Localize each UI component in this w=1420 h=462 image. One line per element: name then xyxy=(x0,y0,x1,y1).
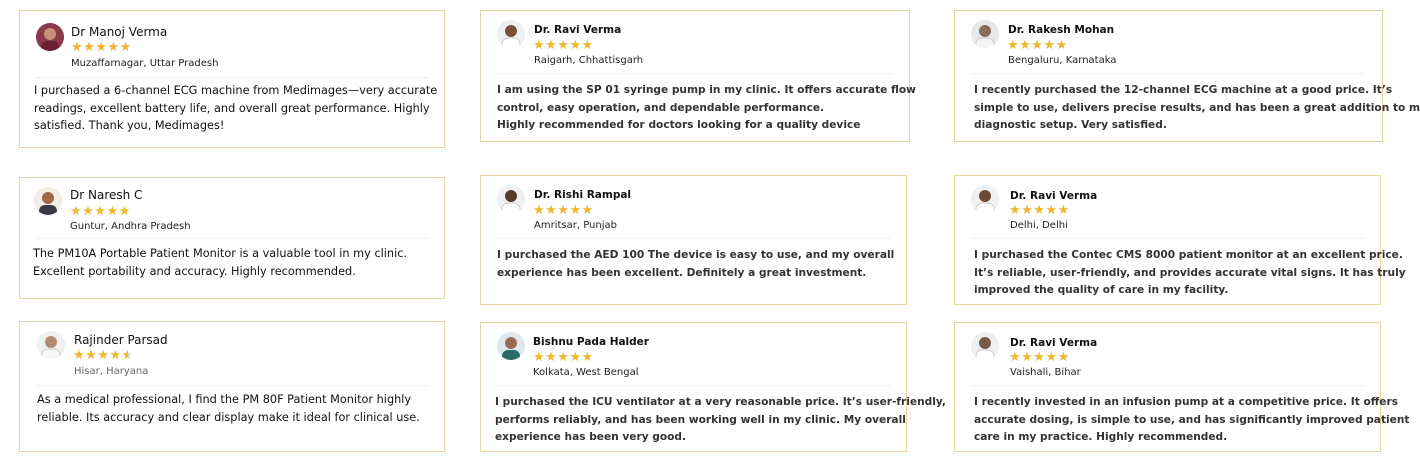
divider xyxy=(971,385,1364,386)
review-line: I purchased the ICU ventilator at a very… xyxy=(495,396,946,408)
review-line: I recently invested in an infusion pump … xyxy=(974,396,1399,408)
reviewer-name: Dr. Rishi Rampal xyxy=(534,189,632,201)
review-line: experience has been excellent. Definitel… xyxy=(497,266,867,279)
avatar xyxy=(971,332,999,360)
review-card: Bishnu Pada Halder ★★★★★ Kolkata, West B… xyxy=(480,322,946,452)
review-card: Dr. Rishi Rampal ★★★★★ Amritsar, Punjab … xyxy=(480,175,907,305)
review-line: As a medical professional, I find the PM… xyxy=(37,393,412,406)
review-card: Dr Manoj Verma ★★★★★ Muzaffarnagar, Utta… xyxy=(19,10,445,148)
reviewer-name: Dr. Ravi Verma xyxy=(534,24,622,36)
review-text: I purchased the ICU ventilator at a very… xyxy=(495,394,946,447)
avatar xyxy=(971,185,999,213)
reviewer-location: Raigarh, Chhattisgarh xyxy=(534,55,644,66)
review-line: diagnostic setup. Very satisfied. xyxy=(974,119,1167,131)
review-line: experience has been very good. xyxy=(495,431,687,443)
reviewer-name: Rajinder Parsad xyxy=(74,333,168,347)
review-line: care in my practice. Highly recommended. xyxy=(974,431,1228,443)
reviewer-location: Kolkata, West Bengal xyxy=(533,367,639,378)
divider xyxy=(495,385,890,386)
reviewer-name: Dr. Rakesh Mohan xyxy=(1008,24,1115,36)
review-line: control, easy operation, and dependable … xyxy=(497,101,825,114)
reviewer-location: Vaishali, Bihar xyxy=(1010,367,1081,378)
avatar xyxy=(971,20,999,48)
review-card: Dr. Ravi Verma ★★★★★ Delhi, Delhi I purc… xyxy=(954,175,1406,305)
avatar xyxy=(497,20,525,48)
review-line: I am using the SP 01 syringe pump in my … xyxy=(497,84,916,96)
star-rating: ★★★★★ xyxy=(1007,38,1068,53)
review-line: simple to use, delivers precise results,… xyxy=(974,101,1420,114)
review-card: Dr. Ravi Verma ★★★★★ Vaishali, Bihar I r… xyxy=(954,322,1409,452)
avatar xyxy=(34,187,62,215)
review-line: It’s reliable, user-friendly, and provid… xyxy=(974,266,1406,279)
reviewer-location: Delhi, Delhi xyxy=(1010,220,1068,231)
review-line: I purchased the AED 100 The device is ea… xyxy=(497,249,895,261)
reviewer-name: Dr Manoj Verma xyxy=(71,25,168,39)
reviewer-location: Amritsar, Punjab xyxy=(534,220,617,231)
divider xyxy=(497,73,893,74)
reviewer-name: Dr. Ravi Verma xyxy=(1010,190,1098,202)
reviewer-name: Bishnu Pada Halder xyxy=(533,336,649,348)
review-card: Dr Naresh C ★★★★★ Guntur, Andhra Pradesh… xyxy=(19,177,445,299)
star-rating: ★★★★★ xyxy=(533,350,594,365)
divider xyxy=(971,238,1364,239)
star-rating: ★★★★★ xyxy=(71,40,132,55)
review-line: I recently purchased the 12-channel ECG … xyxy=(974,84,1393,96)
review-text: I purchased a 6-channel ECG machine from… xyxy=(34,82,437,135)
review-text: I recently invested in an infusion pump … xyxy=(974,394,1409,447)
avatar xyxy=(37,331,65,359)
star-rating-filled: ★★★★ xyxy=(73,348,122,363)
review-card: Dr. Ravi Verma ★★★★★ Raigarh, Chhattisga… xyxy=(480,10,916,142)
review-line: readings, excellent battery life, and ov… xyxy=(34,101,430,115)
half-star-icon: ★ ★ xyxy=(121,348,134,363)
star-rating: ★★★★★ xyxy=(533,203,594,218)
review-line: Excellent portability and accuracy. High… xyxy=(33,264,356,278)
review-line: accurate dosing, is simple to use, and h… xyxy=(974,413,1410,426)
divider xyxy=(971,73,1366,74)
review-line: performs reliably, and has been working … xyxy=(495,413,906,426)
avatar xyxy=(36,23,64,51)
divider xyxy=(34,385,428,386)
divider xyxy=(36,77,428,78)
reviewer-name: Dr Naresh C xyxy=(70,188,143,202)
avatar xyxy=(497,332,525,360)
star-rating: ★★★★★ xyxy=(533,38,594,53)
review-line: satisfied. Thank you, Medimages! xyxy=(34,119,225,132)
reviewer-name: Dr. Ravi Verma xyxy=(1010,337,1098,349)
reviewer-location: Bengaluru, Karnataka xyxy=(1008,55,1117,66)
review-line: reliable. Its accuracy and clear display… xyxy=(37,410,420,424)
review-line: I purchased the Contec CMS 8000 patient … xyxy=(974,249,1403,261)
review-line: Highly recommended for doctors looking f… xyxy=(497,119,861,131)
reviewer-location: Muzaffarnagar, Uttar Pradesh xyxy=(71,58,219,69)
star-rating: ★★★★★ xyxy=(1009,203,1070,218)
divider xyxy=(497,238,890,239)
review-text: I purchased the Contec CMS 8000 patient … xyxy=(974,247,1406,300)
review-line: improved the quality of care in my facil… xyxy=(974,284,1229,296)
divider xyxy=(34,238,428,239)
star-rating: ★★★★★ xyxy=(70,204,131,219)
review-line: The PM10A Portable Patient Monitor is a … xyxy=(33,247,408,260)
review-text: As a medical professional, I find the PM… xyxy=(37,391,420,426)
avatar xyxy=(497,185,525,213)
star-rating: ★★★★★ xyxy=(1009,350,1070,365)
review-line: I purchased a 6-channel ECG machine from… xyxy=(34,84,438,97)
reviewer-location: Hisar, Haryana xyxy=(74,366,149,377)
review-card: Dr. Rakesh Mohan ★★★★★ Bengaluru, Karnat… xyxy=(954,10,1420,142)
review-text: I recently purchased the 12-channel ECG … xyxy=(974,82,1420,135)
review-text: I purchased the AED 100 The device is ea… xyxy=(497,247,894,282)
review-text: The PM10A Portable Patient Monitor is a … xyxy=(33,245,407,280)
review-card: Rajinder Parsad ★★★★★ ★ Hisar, Haryana As… xyxy=(19,321,445,452)
star-rating: ★★★★★ ★ xyxy=(73,349,134,362)
reviewer-location: Guntur, Andhra Pradesh xyxy=(70,221,191,232)
review-text: I am using the SP 01 syringe pump in my … xyxy=(497,82,916,135)
